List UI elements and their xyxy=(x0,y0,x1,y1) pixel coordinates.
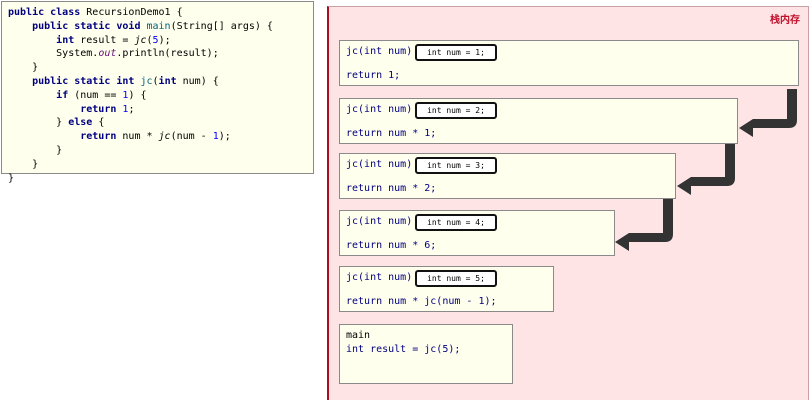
code-line: } xyxy=(8,172,15,184)
frame-local-var: int num = 5; xyxy=(415,270,497,287)
source-code-panel: public class RecursionDemo1 { public sta… xyxy=(1,1,314,184)
stack-frame-jc-5: jc(int num) int num = 5; return num * jc… xyxy=(339,266,554,312)
stack-frame-jc-4: jc(int num) int num = 4; return num * 6; xyxy=(339,210,615,256)
frame-statement: return num * 1; xyxy=(346,128,437,139)
code-line: return 1; xyxy=(80,103,135,115)
return-arrow-2 xyxy=(677,144,735,195)
code-line: if (num == 1) { xyxy=(56,89,147,101)
stack-memory-panel: 栈内存 jc(int num) int num = 1; return 1; j… xyxy=(327,6,809,400)
frame-statement: return 1; xyxy=(346,70,401,81)
code-line: return num * jc(num - 1); xyxy=(80,131,231,143)
code-line: } else { xyxy=(8,117,105,129)
stack-frame-main: main int result = jc(5); xyxy=(339,324,513,384)
frame-local-var: int num = 4; xyxy=(415,214,497,231)
return-arrow-1 xyxy=(739,89,797,137)
frame-signature: jc(int num) xyxy=(346,104,413,115)
frame-signature: jc(int num) xyxy=(346,272,413,283)
frame-signature: main xyxy=(346,330,371,341)
frame-local-var: int num = 3; xyxy=(415,157,497,174)
frame-local-var: int num = 1; xyxy=(415,44,497,61)
frame-signature: jc(int num) xyxy=(346,159,413,170)
frame-statement: return num * 6; xyxy=(346,240,437,251)
frame-signature: jc(int num) xyxy=(346,216,413,227)
code-line: System.out.println(result); xyxy=(8,48,219,60)
return-arrow-3 xyxy=(615,198,673,251)
code-line: public static int jc(int num) { xyxy=(32,75,219,87)
frame-signature: jc(int num) xyxy=(346,46,413,57)
code-line: } xyxy=(8,144,63,156)
code-line: } xyxy=(8,158,39,170)
code-line: int result = jc(5); xyxy=(56,34,171,46)
frame-local-var: int num = 2; xyxy=(415,102,497,119)
stack-frame-jc-3: jc(int num) int num = 3; return num * 2; xyxy=(339,153,676,199)
frame-statement: return num * 2; xyxy=(346,183,437,194)
frame-statement: int result = jc(5); xyxy=(346,344,461,355)
frame-statement: return num * jc(num - 1); xyxy=(346,296,497,307)
code-line: public class RecursionDemo1 { xyxy=(8,7,183,18)
stack-frame-jc-1: jc(int num) int num = 1; return 1; xyxy=(339,40,799,86)
stack-frame-jc-2: jc(int num) int num = 2; return num * 1; xyxy=(339,98,738,144)
code-line: public static void main(String[] args) { xyxy=(32,20,273,32)
code-line: } xyxy=(8,62,39,74)
